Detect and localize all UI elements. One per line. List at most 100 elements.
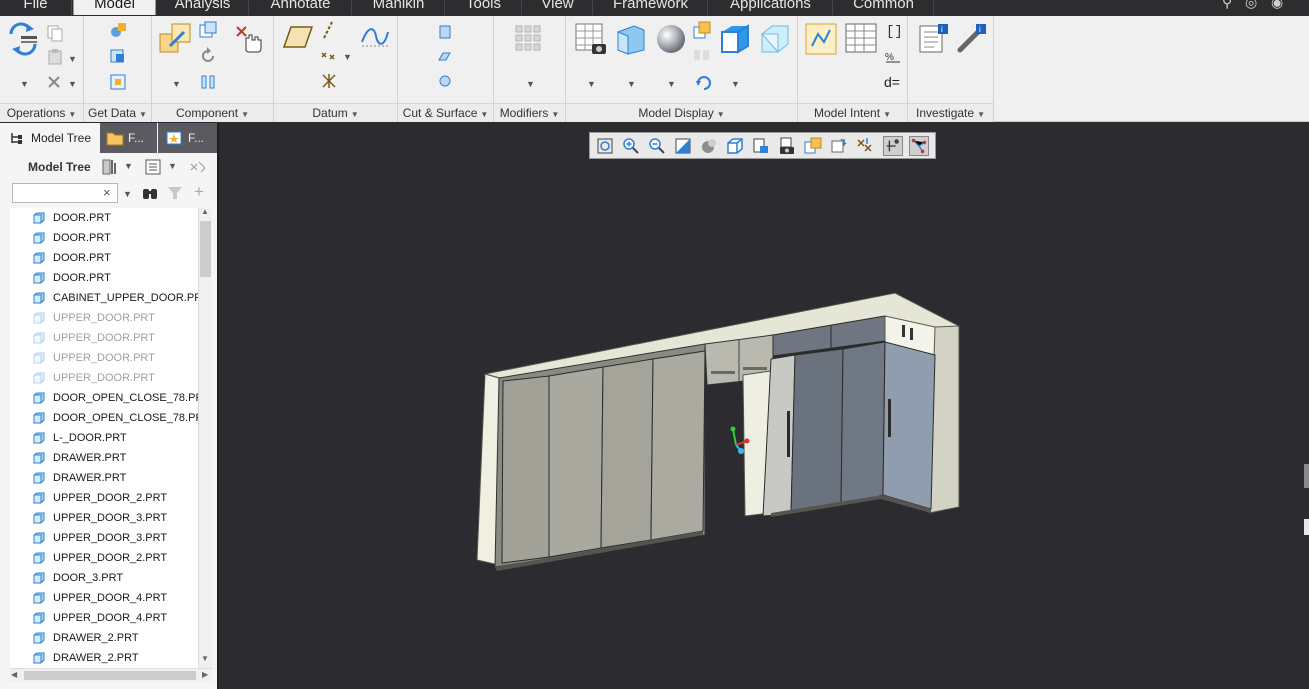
- paste-icon[interactable]: [46, 48, 64, 66]
- tree-item[interactable]: UPPER_DOOR.PRT: [10, 348, 198, 368]
- repaint-icon[interactable]: [673, 136, 693, 156]
- perspective-icon[interactable]: [777, 136, 797, 156]
- graphics-window[interactable]: [221, 123, 1309, 689]
- perspective-view-icon[interactable]: [692, 20, 712, 40]
- tab-view[interactable]: View: [523, 0, 593, 15]
- group-label-investigate[interactable]: Investigate ▼: [908, 103, 993, 122]
- datum-plane-icon[interactable]: [282, 24, 314, 50]
- scroll-left-icon[interactable]: ◀: [11, 670, 17, 679]
- zoom-out-icon[interactable]: [647, 136, 667, 156]
- section-icon[interactable]: [614, 22, 648, 56]
- help-icon[interactable]: ◉: [1271, 0, 1283, 11]
- tab-model[interactable]: Model: [73, 0, 156, 15]
- chevron-down-icon[interactable]: ▼: [526, 79, 535, 89]
- extrude-icon[interactable]: [436, 22, 454, 40]
- parameters-icon[interactable]: []: [884, 20, 902, 40]
- tab-framework[interactable]: Framework: [594, 0, 708, 15]
- tab-folder-browser[interactable]: F...: [100, 123, 157, 153]
- tree-item[interactable]: DOOR_3.PRT: [10, 568, 198, 588]
- chevron-down-icon[interactable]: ▼: [168, 161, 177, 171]
- chevron-down-icon[interactable]: ▼: [343, 52, 352, 62]
- scroll-up-icon[interactable]: ▲: [201, 207, 209, 216]
- clear-search-icon[interactable]: ×: [103, 185, 111, 200]
- chevron-down-icon[interactable]: ▼: [68, 54, 77, 64]
- search-icon[interactable]: ⚲: [1222, 0, 1232, 11]
- tree-item[interactable]: UPPER_DOOR_4.PRT: [10, 608, 198, 628]
- model-player-icon[interactable]: i: [954, 22, 988, 56]
- mirror-component-icon[interactable]: [198, 72, 218, 92]
- group-label-cut-surface[interactable]: Cut & Surface ▼: [398, 103, 493, 122]
- copy-icon[interactable]: [46, 24, 64, 42]
- tab-favorites[interactable]: F...: [158, 123, 217, 153]
- filter-settings-icon[interactable]: [189, 158, 207, 176]
- refit-icon[interactable]: [595, 136, 615, 156]
- assemble-icon[interactable]: [158, 22, 194, 56]
- group-label-model-intent[interactable]: Model Intent ▼: [798, 103, 907, 122]
- tree-item[interactable]: DOOR.PRT: [10, 248, 198, 268]
- group-label-component[interactable]: Component ▼: [152, 103, 273, 122]
- coordinate-system-icon[interactable]: [320, 72, 338, 90]
- tree-item[interactable]: DOOR.PRT: [10, 228, 198, 248]
- display-style-icon[interactable]: [699, 136, 719, 156]
- tree-item[interactable]: DRAWER.PRT: [10, 448, 198, 468]
- tree-columns-icon[interactable]: [144, 158, 162, 176]
- group-label-model-display[interactable]: Model Display ▼: [566, 103, 797, 122]
- regenerate-icon[interactable]: [7, 22, 41, 56]
- family-table-icon[interactable]: [844, 22, 878, 56]
- tree-item[interactable]: DRAWER.PRT: [10, 468, 198, 488]
- view-manager-icon[interactable]: [751, 136, 771, 156]
- delete-icon[interactable]: [46, 74, 62, 90]
- reference-viewer-icon[interactable]: i: [916, 22, 950, 56]
- copy-geometry-icon[interactable]: [108, 46, 128, 66]
- shaded-box-icon[interactable]: [718, 22, 752, 56]
- user-defined-feature-icon[interactable]: [108, 20, 128, 40]
- revolve-icon[interactable]: [436, 47, 454, 65]
- chevron-down-icon[interactable]: ▼: [124, 161, 133, 171]
- zoom-in-icon[interactable]: [621, 136, 641, 156]
- display-style-icon[interactable]: [692, 46, 712, 64]
- tab-applications[interactable]: Applications: [709, 0, 833, 15]
- relations-icon[interactable]: [804, 22, 838, 56]
- chevron-down-icon[interactable]: ▼: [172, 79, 181, 89]
- tree-item[interactable]: DRAWER_2.PRT: [10, 648, 198, 668]
- tree-item[interactable]: UPPER_DOOR_2.PRT: [10, 488, 198, 508]
- tree-item[interactable]: DOOR_OPEN_CLOSE_78.PR: [10, 408, 198, 428]
- tree-item[interactable]: UPPER_DOOR_3.PRT: [10, 508, 198, 528]
- drag-components-icon[interactable]: [234, 24, 264, 54]
- chevron-down-icon[interactable]: ▼: [587, 79, 596, 89]
- filter-icon[interactable]: [167, 185, 183, 201]
- switch-dimensions-icon[interactable]: %: [884, 46, 902, 66]
- group-label-get-data[interactable]: Get Data ▼: [84, 103, 151, 122]
- tree-horizontal-scrollbar[interactable]: ◀ ▶: [10, 668, 212, 682]
- tree-item[interactable]: UPPER_DOOR_4.PRT: [10, 588, 198, 608]
- csys-display-icon[interactable]: [883, 136, 903, 156]
- scroll-thumb[interactable]: [24, 671, 196, 680]
- tree-item[interactable]: UPPER_DOOR_2.PRT: [10, 548, 198, 568]
- tab-file[interactable]: File: [0, 0, 72, 15]
- scroll-thumb[interactable]: [200, 221, 211, 277]
- settings-icon[interactable]: ◎: [1245, 0, 1257, 11]
- tab-common[interactable]: Common: [834, 0, 934, 15]
- tree-item[interactable]: DOOR.PRT: [10, 208, 198, 228]
- chevron-down-icon[interactable]: ▼: [20, 79, 29, 89]
- chevron-down-icon[interactable]: ▼: [627, 79, 636, 89]
- sweep-icon[interactable]: [436, 72, 454, 90]
- shrinkwrap-icon[interactable]: [108, 72, 128, 92]
- appearance-gallery-icon[interactable]: [654, 22, 688, 56]
- tree-item[interactable]: CABINET_UPPER_DOOR.PRT: [10, 288, 198, 308]
- model-tree-sync-icon[interactable]: [909, 136, 929, 156]
- tree-item[interactable]: DOOR_OPEN_CLOSE_78.PR: [10, 388, 198, 408]
- add-icon[interactable]: +: [194, 182, 204, 202]
- pattern-icon[interactable]: [514, 24, 542, 52]
- tab-model-tree[interactable]: Model Tree: [0, 123, 100, 153]
- tab-manikin[interactable]: Manikin: [353, 0, 445, 15]
- group-label-datum[interactable]: Datum ▼: [274, 103, 397, 122]
- tree-item[interactable]: DRAWER_2.PRT: [10, 628, 198, 648]
- sketch-curve-icon[interactable]: [360, 24, 390, 50]
- create-component-icon[interactable]: [198, 20, 218, 40]
- repeat-icon[interactable]: [198, 46, 218, 66]
- saved-orientations-icon[interactable]: [725, 136, 745, 156]
- annotation-display-icon[interactable]: [829, 136, 849, 156]
- show-tree-settings-icon[interactable]: [100, 157, 120, 177]
- chevron-down-icon[interactable]: ▼: [68, 79, 77, 89]
